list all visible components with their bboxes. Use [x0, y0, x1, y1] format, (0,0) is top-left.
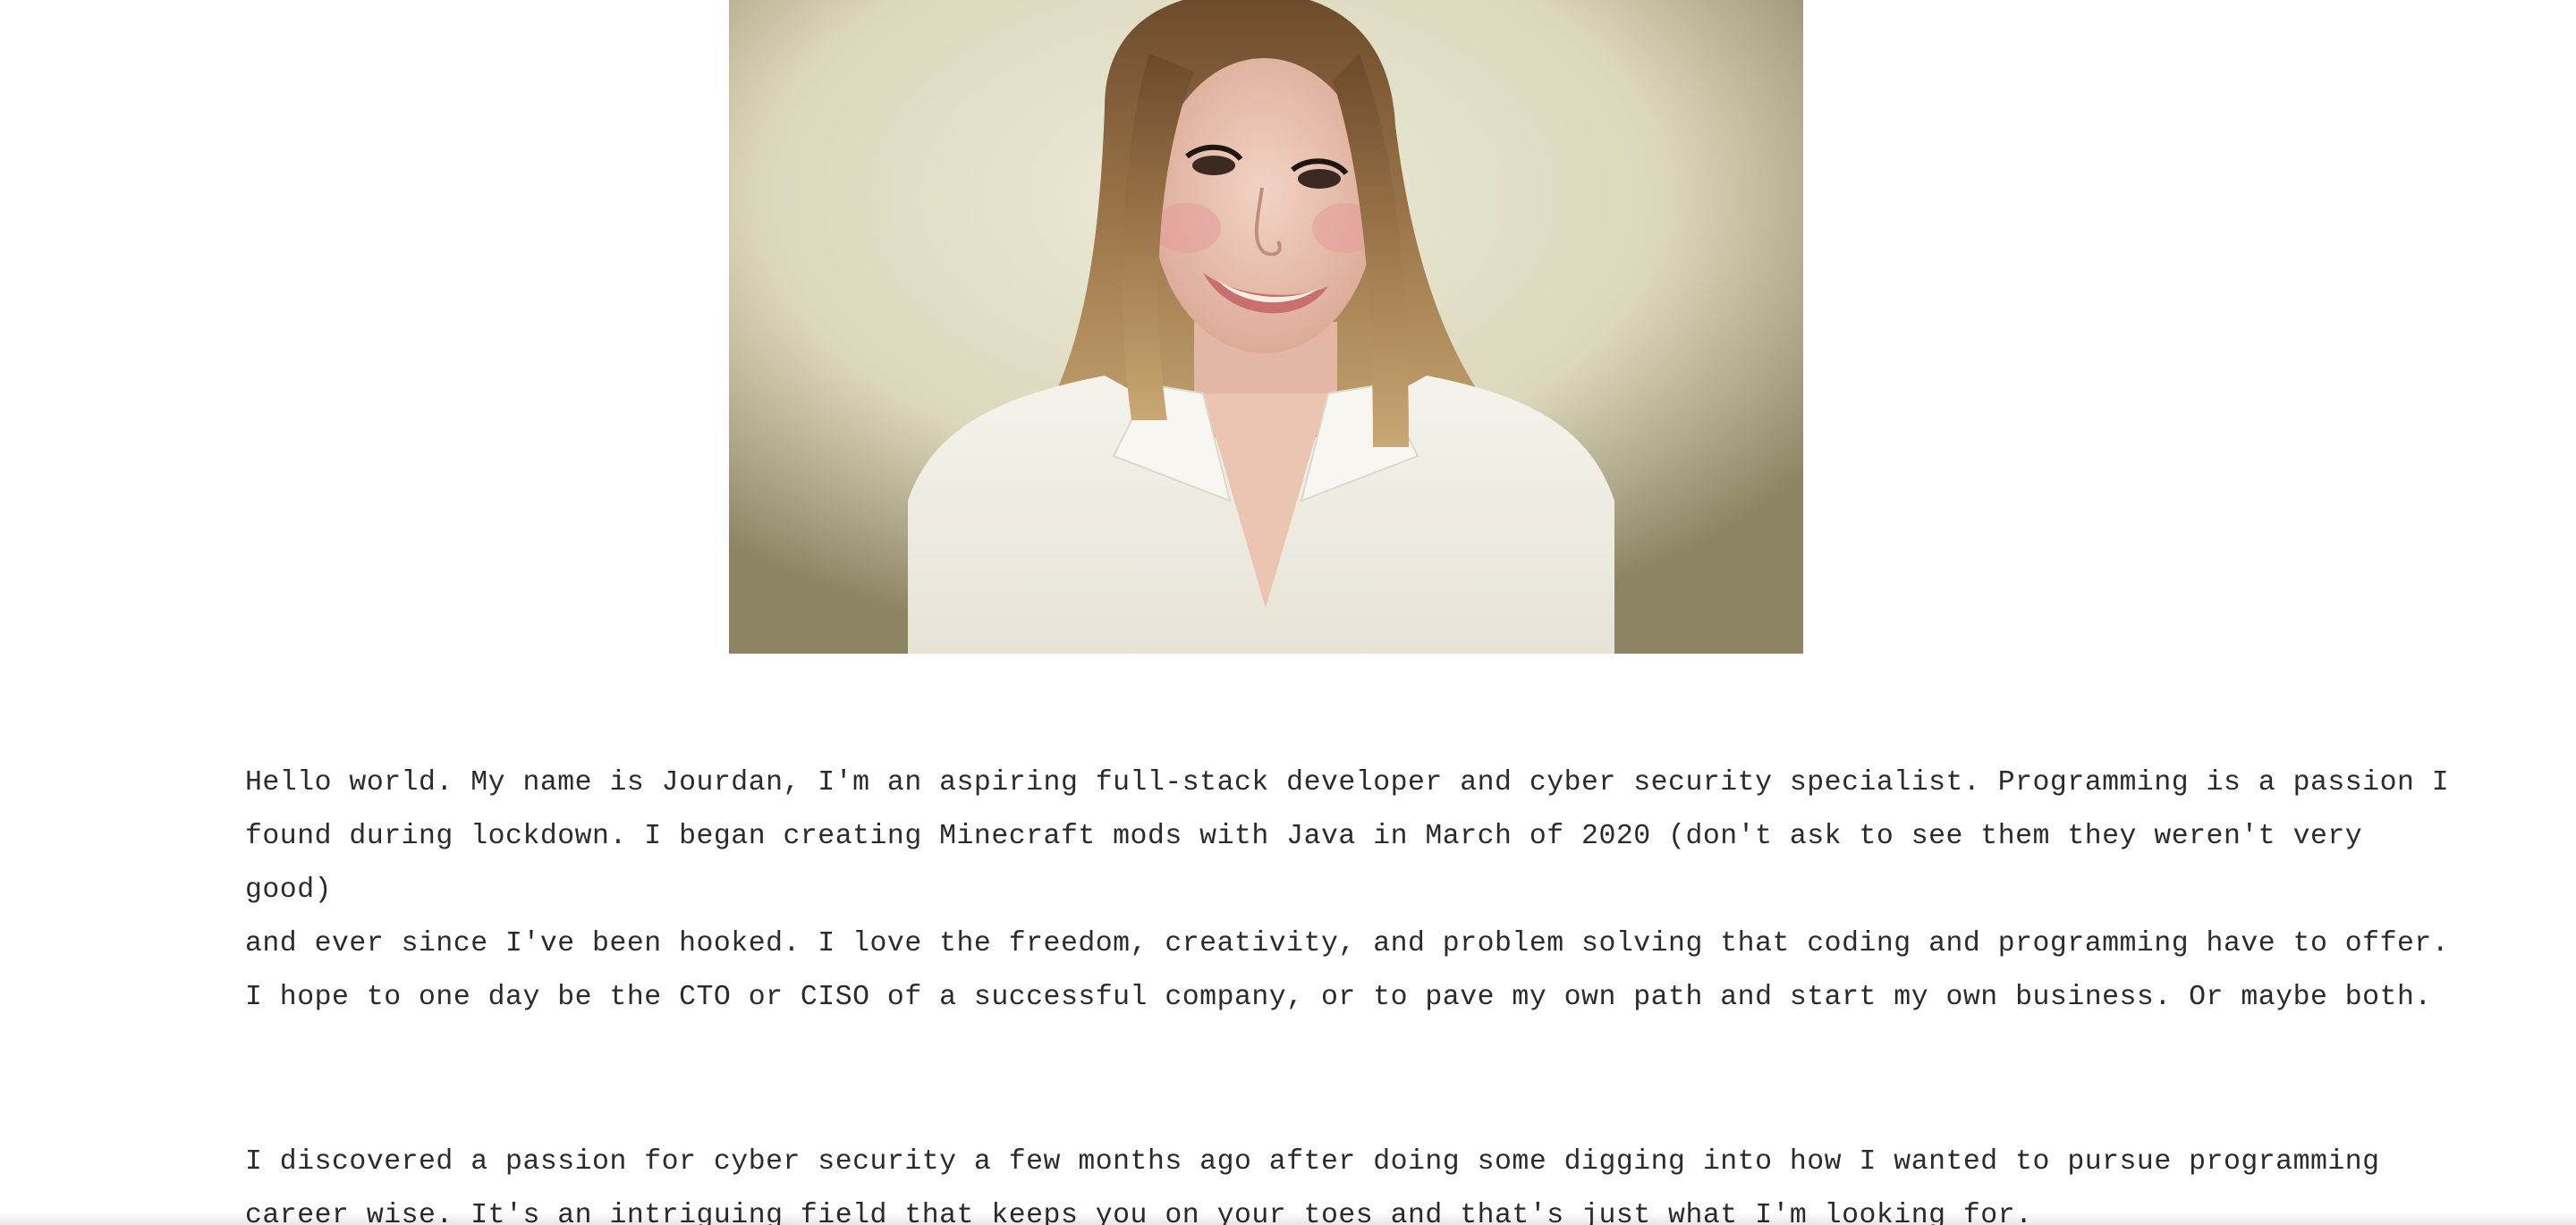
about-page: Hello world. My name is Jourdan, I'm an …	[0, 0, 2576, 1225]
bottom-edge-shadow	[0, 1212, 2576, 1225]
profile-photo	[729, 0, 1803, 654]
about-text: Hello world. My name is Jourdan, I'm an …	[245, 756, 2463, 1225]
intro-paragraph: Hello world. My name is Jourdan, I'm an …	[245, 767, 2450, 1013]
cyber-security-paragraph: I discovered a passion for cyber securit…	[245, 1146, 2380, 1225]
portrait-illustration	[729, 0, 1803, 654]
